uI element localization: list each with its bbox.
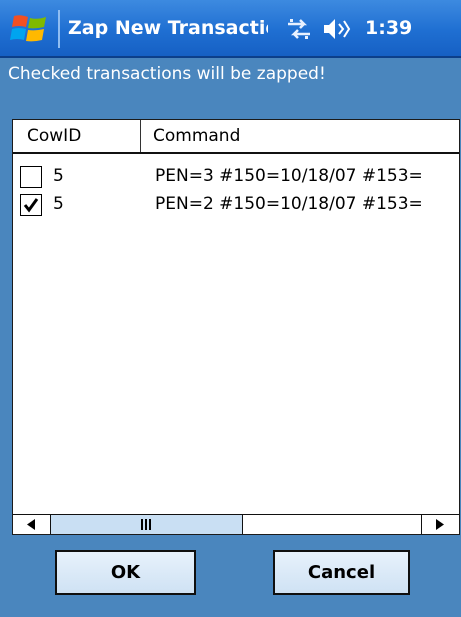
- clock[interactable]: 1:39: [365, 17, 412, 39]
- list-row[interactable]: 5 PEN=2 #150=10/18/07 #153=: [13, 192, 459, 220]
- row-checkbox[interactable]: [20, 166, 42, 188]
- row-cowid: 5: [53, 166, 64, 186]
- sync-icon[interactable]: [284, 16, 314, 42]
- row-checkbox[interactable]: [20, 194, 42, 216]
- list-header: CowID Command: [13, 120, 459, 154]
- grip-icon: [141, 519, 153, 530]
- row-command: PEN=3 #150=10/18/07 #153=: [155, 166, 423, 186]
- column-header-cowid[interactable]: CowID: [13, 120, 141, 152]
- title-separator: [58, 10, 60, 48]
- arrow-left-icon: [27, 519, 35, 530]
- instruction-text: Checked transactions will be zapped!: [8, 64, 326, 84]
- column-header-command[interactable]: Command: [141, 120, 459, 152]
- list-rows: 5 PEN=3 #150=10/18/07 #153= 5 PEN=2 #150…: [13, 164, 459, 220]
- cancel-button[interactable]: Cancel: [273, 550, 410, 595]
- scroll-left-button[interactable]: [13, 515, 51, 534]
- app-title: Zap New Transaction: [68, 17, 268, 39]
- transaction-list: CowID Command 5 PEN=3 #150=10/18/07 #153…: [12, 119, 460, 535]
- sound-icon[interactable]: [322, 16, 352, 42]
- horizontal-scrollbar[interactable]: [13, 514, 459, 534]
- title-bar: Zap New Transaction 1:39: [0, 0, 461, 58]
- ok-button[interactable]: OK: [55, 550, 196, 595]
- checkmark-icon: [23, 198, 39, 213]
- windows-logo-icon[interactable]: [8, 12, 52, 46]
- scroll-thumb[interactable]: [51, 515, 243, 534]
- row-command: PEN=2 #150=10/18/07 #153=: [155, 194, 423, 214]
- arrow-right-icon: [436, 519, 444, 530]
- row-cowid: 5: [53, 194, 64, 214]
- scroll-right-button[interactable]: [421, 515, 459, 534]
- list-row[interactable]: 5 PEN=3 #150=10/18/07 #153=: [13, 164, 459, 192]
